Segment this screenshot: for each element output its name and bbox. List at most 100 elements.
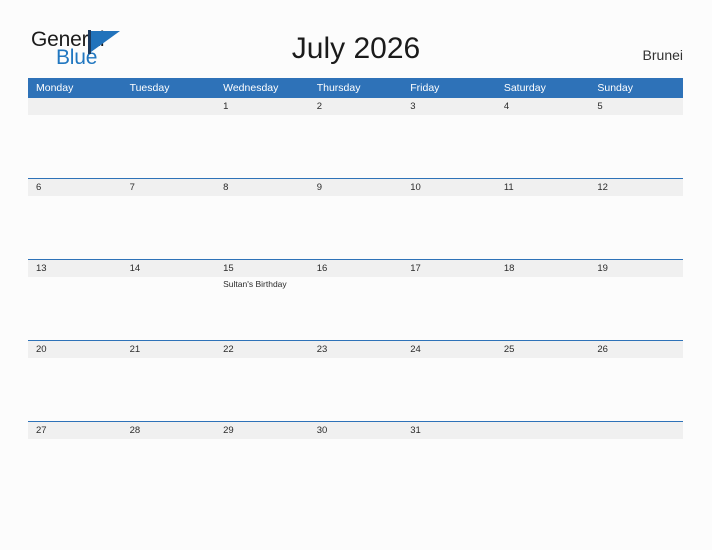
weekday-label: Sunday <box>597 81 633 94</box>
week-date-band: 13 14 15 16 17 18 19 <box>28 259 683 277</box>
event-cell[interactable] <box>589 115 683 117</box>
week-events-band <box>28 358 683 360</box>
event-cell[interactable] <box>589 196 683 198</box>
day-cell[interactable]: 7 <box>122 179 216 196</box>
day-number: 11 <box>503 182 514 193</box>
day-cell[interactable]: 14 <box>122 260 216 277</box>
day-number: 15 <box>223 263 234 274</box>
week-events-band <box>28 115 683 117</box>
event-cell[interactable] <box>122 439 216 441</box>
event-cell[interactable] <box>28 115 122 117</box>
event-cell[interactable] <box>215 115 309 117</box>
day-cell[interactable]: 10 <box>402 179 496 196</box>
week-row: 13 14 15 16 17 18 19 Sultan's Birthday <box>28 259 683 340</box>
event-cell[interactable] <box>28 277 122 290</box>
day-number: 5 <box>597 101 603 112</box>
day-cell[interactable]: 20 <box>28 341 122 358</box>
day-cell[interactable]: 16 <box>309 260 403 277</box>
event-cell[interactable] <box>402 277 496 290</box>
event-cell[interactable] <box>402 358 496 360</box>
event-cell[interactable] <box>496 358 590 360</box>
day-cell[interactable]: 9 <box>309 179 403 196</box>
day-cell[interactable]: 6 <box>28 179 122 196</box>
event-cell[interactable] <box>122 196 216 198</box>
day-cell[interactable]: 1 <box>215 98 309 115</box>
day-cell[interactable]: 24 <box>402 341 496 358</box>
event-cell[interactable] <box>28 358 122 360</box>
week-date-band: 1 2 3 4 5 <box>28 97 683 115</box>
week-events-band <box>28 196 683 198</box>
day-cell[interactable]: 28 <box>122 422 216 439</box>
event-cell[interactable] <box>589 439 683 441</box>
day-cell[interactable]: 13 <box>28 260 122 277</box>
page-header: General Blue July 2026 Brunei <box>0 0 712 78</box>
day-cell[interactable]: 31 <box>402 422 496 439</box>
day-cell[interactable] <box>28 98 122 115</box>
event-cell[interactable] <box>589 358 683 360</box>
event-cell[interactable] <box>496 196 590 198</box>
weekday-label: Monday <box>36 81 74 94</box>
day-number: 6 <box>36 182 42 193</box>
day-cell[interactable]: 3 <box>402 98 496 115</box>
day-cell[interactable]: 19 <box>589 260 683 277</box>
event-cell[interactable] <box>28 439 122 441</box>
day-cell[interactable]: 5 <box>589 98 683 115</box>
day-cell[interactable]: 4 <box>496 98 590 115</box>
day-number: 26 <box>597 344 608 355</box>
day-cell[interactable]: 29 <box>215 422 309 439</box>
day-cell[interactable]: 22 <box>215 341 309 358</box>
day-cell[interactable]: 17 <box>402 260 496 277</box>
weekday-label: Saturday <box>503 81 546 94</box>
day-cell[interactable] <box>122 98 216 115</box>
day-cell[interactable]: 11 <box>496 179 590 196</box>
day-cell[interactable]: 26 <box>589 341 683 358</box>
day-cell[interactable]: 23 <box>309 341 403 358</box>
event-cell[interactable] <box>496 439 590 441</box>
event-cell[interactable] <box>402 439 496 441</box>
event-cell[interactable] <box>215 439 309 441</box>
day-cell[interactable]: 8 <box>215 179 309 196</box>
day-number: 29 <box>223 425 234 436</box>
week-date-band: 27 28 29 30 31 <box>28 421 683 439</box>
weekday-label: Wednesday <box>223 81 279 94</box>
weekday-label: Friday <box>410 81 440 94</box>
event-cell[interactable] <box>589 277 683 290</box>
event-cell[interactable] <box>496 277 590 290</box>
event-cell[interactable] <box>215 358 309 360</box>
day-cell[interactable]: 12 <box>589 179 683 196</box>
event-cell[interactable] <box>215 196 309 198</box>
event-cell[interactable] <box>309 439 403 441</box>
event-cell[interactable] <box>309 115 403 117</box>
day-number: 22 <box>223 344 234 355</box>
day-cell[interactable]: 27 <box>28 422 122 439</box>
day-number: 27 <box>36 425 47 436</box>
event-cell[interactable] <box>122 358 216 360</box>
event-cell[interactable] <box>309 277 403 290</box>
event-cell[interactable] <box>496 115 590 117</box>
day-cell[interactable] <box>496 422 590 439</box>
day-number: 1 <box>223 101 229 112</box>
event-cell[interactable] <box>402 196 496 198</box>
day-cell[interactable]: 15 <box>215 260 309 277</box>
day-number: 16 <box>316 263 328 274</box>
week-date-band: 6 7 8 9 10 11 12 <box>28 178 683 196</box>
day-number: 28 <box>129 425 141 436</box>
day-cell[interactable] <box>589 422 683 439</box>
day-cell[interactable]: 30 <box>309 422 403 439</box>
day-number: 21 <box>129 344 141 355</box>
event-cell[interactable] <box>122 115 216 117</box>
event-cell[interactable] <box>309 196 403 198</box>
day-number: 9 <box>316 182 322 193</box>
week-row: 6 7 8 9 10 11 12 <box>28 178 683 259</box>
day-cell[interactable]: 2 <box>309 98 403 115</box>
event-cell[interactable]: Sultan's Birthday <box>215 277 309 290</box>
day-cell[interactable]: 21 <box>122 341 216 358</box>
day-number: 24 <box>410 344 421 355</box>
weekday-header-monday: Monday <box>28 78 122 97</box>
event-cell[interactable] <box>309 358 403 360</box>
day-cell[interactable]: 25 <box>496 341 590 358</box>
event-cell[interactable] <box>402 115 496 117</box>
event-cell[interactable] <box>122 277 216 290</box>
event-cell[interactable] <box>28 196 122 198</box>
day-cell[interactable]: 18 <box>496 260 590 277</box>
